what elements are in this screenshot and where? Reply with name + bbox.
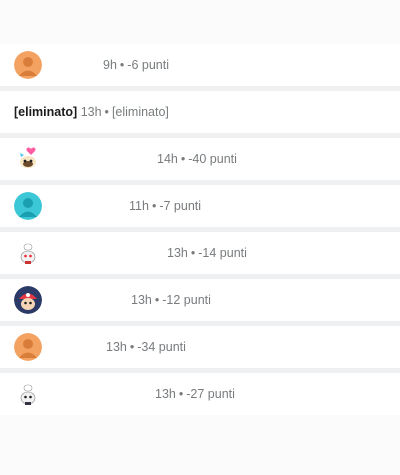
meta-separator: • <box>129 340 135 354</box>
orange-default-avatar-icon[interactable] <box>14 333 42 361</box>
comment-history-screen: 9h • -6 punti [eliminato] 13h • [eliminato] … <box>0 0 400 475</box>
comment-row[interactable]: 13h • -27 punti <box>0 373 400 415</box>
comment-row[interactable]: 13h • -34 punti <box>0 326 400 368</box>
meta-separator: • <box>151 199 157 213</box>
comment-score: -6 punti <box>127 58 169 72</box>
meta-separator: • <box>180 152 186 166</box>
snoo-cap-avatar-icon[interactable] <box>14 286 42 314</box>
meta-separator: • <box>104 105 109 119</box>
comment-time: 13h <box>167 246 188 260</box>
comment-time: 13h <box>155 387 176 401</box>
bottom-spacer <box>0 415 400 475</box>
comment-row[interactable]: 11h • -7 punti <box>0 185 400 227</box>
comment-score: -40 punti <box>188 152 237 166</box>
snoo-chef-avatar-icon[interactable] <box>14 239 42 267</box>
orange-default-avatar-icon[interactable] <box>14 51 42 79</box>
snoo-heart-avatar-icon[interactable] <box>14 145 42 173</box>
meta-separator: • <box>119 58 125 72</box>
teal-default-avatar-icon[interactable] <box>14 192 42 220</box>
comment-time: 13h <box>131 293 152 307</box>
comment-row[interactable]: 13h • -14 punti <box>0 232 400 274</box>
top-spacer <box>0 0 400 44</box>
meta-separator: • <box>178 387 184 401</box>
comment-score: -12 punti <box>162 293 211 307</box>
comment-time: 14h <box>157 152 178 166</box>
comment-meta: 13h • -12 punti <box>131 293 211 307</box>
comment-meta: 13h • -14 punti <box>167 246 247 260</box>
comment-score: -14 punti <box>198 246 247 260</box>
comment-time: 13h <box>80 105 102 119</box>
comment-meta: [eliminato] 13h • [eliminato] <box>14 105 169 119</box>
comment-meta: 11h • -7 punti <box>129 199 201 213</box>
comment-meta: 9h • -6 punti <box>103 58 169 72</box>
comment-time: 11h <box>129 199 149 213</box>
comment-row-deleted[interactable]: [eliminato] 13h • [eliminato] <box>0 91 400 133</box>
comment-row[interactable]: 13h • -12 punti <box>0 279 400 321</box>
meta-separator: • <box>190 246 196 260</box>
comment-time: 9h <box>103 58 117 72</box>
meta-separator: • <box>154 293 160 307</box>
comment-time: 13h <box>106 340 127 354</box>
comment-row[interactable]: 9h • -6 punti <box>0 44 400 86</box>
comment-score: -7 punti <box>159 199 202 213</box>
comment-body: [eliminato] <box>111 105 169 119</box>
comment-author[interactable]: [eliminato] <box>14 105 77 119</box>
comment-meta: 14h • -40 punti <box>157 152 237 166</box>
comment-meta: 13h • -34 punti <box>106 340 186 354</box>
snoo-chef-avatar-icon[interactable] <box>14 380 42 408</box>
comment-row[interactable]: 14h • -40 punti <box>0 138 400 180</box>
comment-score: -27 punti <box>186 387 235 401</box>
comment-meta: 13h • -27 punti <box>155 387 235 401</box>
comment-score: -34 punti <box>137 340 186 354</box>
